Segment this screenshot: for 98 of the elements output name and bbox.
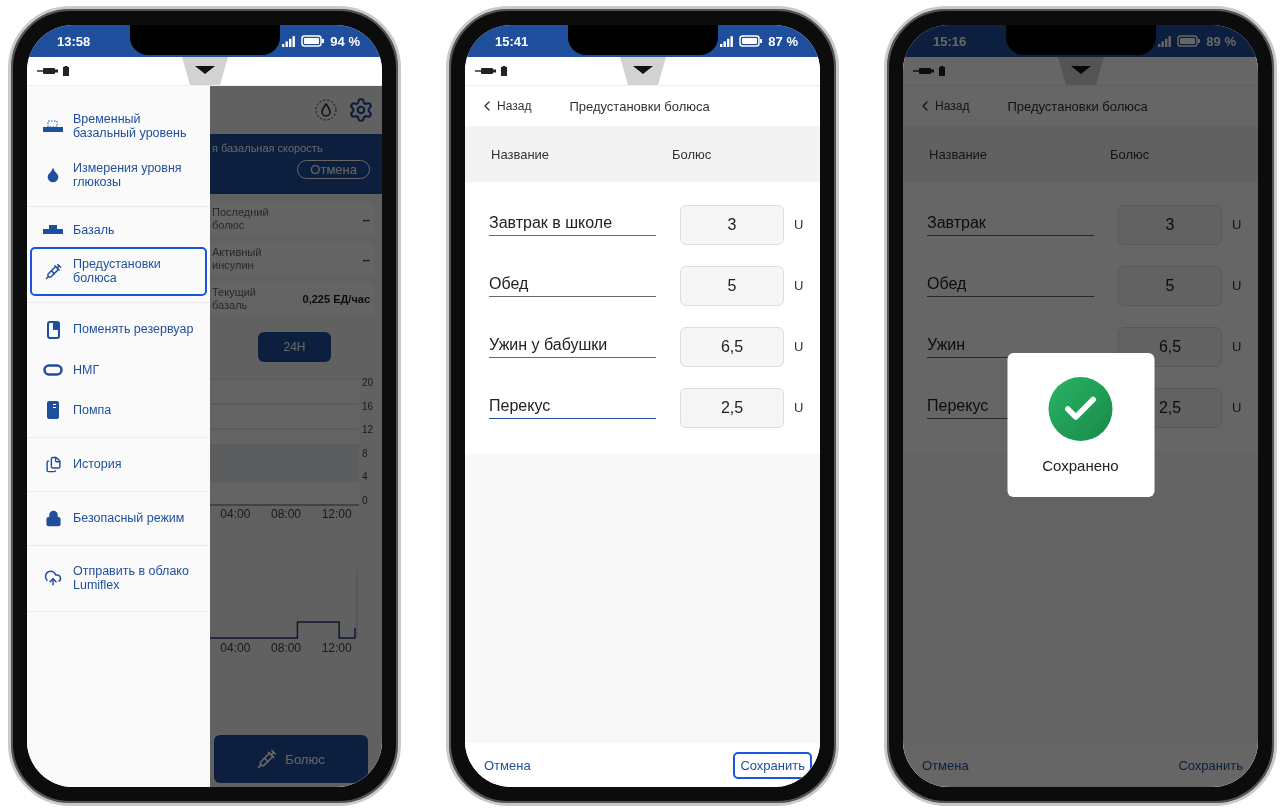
axis-tick-label: 12:00 [321, 508, 352, 520]
settings-icon[interactable] [348, 97, 374, 123]
menu-item-label: Помпа [73, 402, 112, 418]
stat-label: Текущий базаль [212, 285, 257, 313]
menu-item[interactable]: Поменять резервуар [30, 308, 207, 351]
step-icon [43, 225, 63, 235]
bolus-amount-field[interactable]: 2,5 [680, 387, 784, 428]
preset-name-field[interactable]: Обед [489, 274, 656, 297]
pump-connected-icon [37, 67, 59, 75]
menu-item-label: История [73, 457, 122, 472]
menu-item-label: Отправить в облако Lumiflex [73, 564, 190, 593]
menu-item-label: НМГ [73, 362, 100, 377]
bars-icon [43, 120, 63, 133]
battery-icon [739, 35, 764, 47]
axis-tick-label: 8 [362, 448, 369, 459]
column-title: Название [929, 146, 989, 162]
menu-item-label: Безопасный режим [73, 511, 185, 526]
droplet-icon [45, 167, 61, 184]
syringe-icon [257, 749, 278, 769]
unit-label: U [1232, 278, 1242, 293]
bolus-amount-field[interactable]: 6,5 [680, 326, 784, 367]
preset-name-field[interactable]: Ужин у бабушки [489, 335, 656, 358]
column-title: Болюс [672, 146, 712, 162]
ring-icon [43, 363, 63, 376]
menu-item-label: Поменять резервуар [73, 322, 194, 337]
status-time: 15:16 [933, 33, 967, 49]
axis-tick-label: 12 [362, 425, 375, 436]
menu-item[interactable]: Базаль [30, 212, 207, 247]
bolus-amount-field[interactable]: 3 [680, 204, 784, 245]
axis-tick-label: 12:00 [321, 642, 352, 654]
stat-label: Активный инсулин [212, 245, 263, 273]
screen-title: Предустановки болюса [1007, 98, 1148, 114]
menu-item-label: Временный базальный уровень [73, 112, 188, 141]
signal-icon [1158, 35, 1173, 47]
pump-connected-icon [913, 67, 935, 75]
cancel-button[interactable]: Отмена [477, 751, 538, 779]
syringe-icon [44, 262, 62, 280]
battery-icon [301, 35, 326, 47]
column-title: Болюс [1110, 146, 1150, 162]
signal-icon [282, 35, 297, 47]
unit-label: U [794, 400, 804, 415]
cartridge-icon [46, 320, 60, 339]
status-time: 13:58 [57, 33, 91, 49]
bolus-amount-field[interactable]: 5 [680, 265, 784, 306]
battery-level-icon [63, 66, 69, 76]
pull-down-tab[interactable] [619, 57, 666, 85]
axis-tick-label: 04:00 [220, 508, 251, 520]
axis-tick-label: 04:00 [220, 642, 251, 654]
preset-name-field[interactable]: Перекус [489, 396, 656, 419]
stat-label: Последний болюс [212, 205, 270, 233]
menu-item-label: Измерения уровня глюкозы [73, 160, 183, 190]
axis-tick-label: 0 [362, 495, 369, 506]
unit-label: U [794, 278, 804, 293]
menu-item[interactable]: История [30, 444, 207, 485]
menu-item[interactable]: Временный базальный уровень [30, 102, 207, 151]
screen-title: Предустановки болюса [569, 98, 710, 114]
documents-icon [44, 456, 62, 473]
battery-percent: 89 % [1206, 33, 1236, 49]
column-title: Название [491, 146, 551, 162]
toast-text: Сохранено [1042, 456, 1119, 474]
battery-icon [1177, 35, 1202, 47]
battery-level-icon [939, 66, 945, 76]
axis-tick-label: 20 [362, 378, 375, 388]
menu-item[interactable]: Предустановки болюса [30, 246, 207, 296]
battery-level-icon [501, 66, 507, 76]
menu-item-label: Предустановки болюса [73, 256, 162, 286]
save-button[interactable]: Сохранить [733, 751, 812, 779]
stat-value: 0,225 ЕД/час [302, 293, 370, 305]
droplet-cycle-icon[interactable] [314, 98, 338, 122]
unit-label: U [1232, 400, 1242, 415]
pump-connected-icon [475, 67, 497, 75]
menu-item[interactable]: НМГ [30, 350, 207, 389]
stat-value: -- [362, 213, 370, 225]
preset-name-field[interactable]: Завтрак в школе [489, 213, 656, 236]
unit-label: U [1232, 217, 1242, 232]
unit-label: U [1232, 339, 1242, 354]
pull-down-tab[interactable] [181, 57, 228, 85]
unit-label: U [794, 339, 804, 354]
back-link[interactable]: Назад [479, 98, 532, 114]
stat-value: -- [362, 253, 370, 265]
axis-tick-label: 4 [362, 472, 369, 483]
battery-percent: 94 % [330, 33, 360, 49]
menu-item[interactable]: Измерения уровня глюкозы [30, 150, 207, 200]
banner-text: я базальная скорость [212, 142, 323, 154]
axis-tick-label: 16 [362, 401, 375, 412]
signal-icon [720, 35, 735, 47]
menu-item-label: Базаль [73, 222, 115, 237]
status-time: 15:41 [495, 33, 529, 49]
unit-label: U [794, 217, 804, 232]
axis-tick-label: 08:00 [270, 642, 301, 654]
menu-item[interactable]: Отправить в облако Lumiflex [30, 552, 207, 605]
axis-tick-label: 08:00 [270, 508, 301, 520]
battery-percent: 87 % [768, 33, 798, 49]
pump-icon [47, 401, 59, 419]
menu-item[interactable]: Безопасный режим [30, 498, 207, 539]
lock-icon [44, 510, 62, 527]
menu-item[interactable]: Помпа [30, 389, 207, 431]
cloud-upload-icon [44, 569, 62, 588]
